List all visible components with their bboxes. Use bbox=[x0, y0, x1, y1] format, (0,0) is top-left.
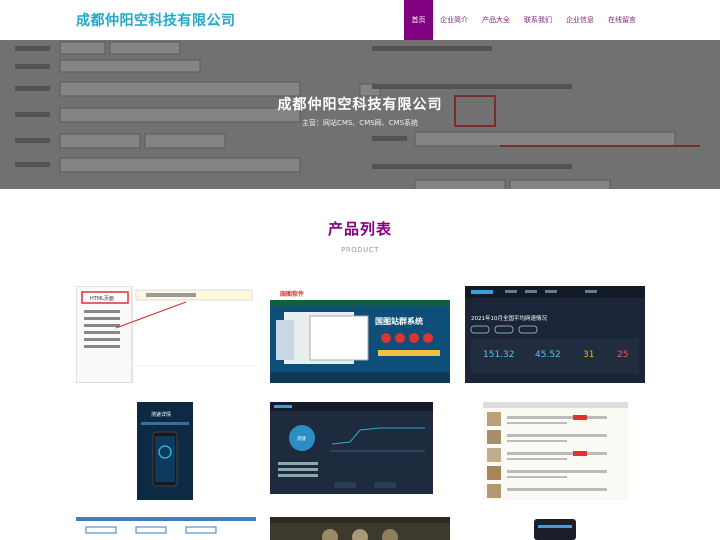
hero-banner: 成都仲阳空科技有限公司 主营：网站CMS、CMS网、CMS系统 bbox=[0, 40, 720, 189]
product-thumb-8[interactable] bbox=[270, 517, 450, 540]
main-nav: 首页 企业简介 产品大全 联系我们 企业信息 在线留言 bbox=[404, 0, 643, 40]
top-bar: 成都仲阳空科技有限公司 首页 企业简介 产品大全 联系我们 企业信息 在线留言 bbox=[0, 0, 720, 40]
product-3-label: 2021年10月全国平均网速情况 bbox=[471, 314, 547, 322]
product-image-2: 国图软件 国图站群系统 bbox=[270, 286, 450, 383]
product-4-label: 测速详情 bbox=[151, 411, 171, 418]
product-3-download: 151.32 bbox=[483, 350, 515, 360]
product-image-8 bbox=[270, 517, 450, 540]
product-5-label: 测速 bbox=[297, 435, 306, 442]
product-image-9 bbox=[532, 517, 578, 540]
product-thumb-2[interactable]: 国图软件 国图站群系统 bbox=[270, 286, 450, 383]
nav-message[interactable]: 在线留言 bbox=[601, 0, 643, 40]
nav-products[interactable]: 产品大全 bbox=[475, 0, 517, 40]
product-3-upload: 45.52 bbox=[535, 350, 561, 360]
nav-home[interactable]: 首页 bbox=[404, 0, 433, 40]
product-2-headline: 国图站群系统 bbox=[375, 316, 423, 326]
product-image-6 bbox=[483, 402, 628, 500]
product-3-jitter: 25 bbox=[617, 350, 628, 360]
product-thumb-6[interactable] bbox=[483, 402, 628, 500]
banner-title: 成都仲阳空科技有限公司 bbox=[277, 97, 443, 113]
product-image-3: 2021年10月全国平均网速情况 151.32 45.52 31 25 bbox=[465, 286, 645, 383]
nav-info[interactable]: 企业信息 bbox=[559, 0, 601, 40]
product-1-label: HTML页面 bbox=[90, 296, 114, 302]
section-subtitle: PRODUCT bbox=[341, 246, 379, 254]
nav-contact[interactable]: 联系我们 bbox=[517, 0, 559, 40]
product-thumb-5[interactable]: 测速 bbox=[270, 402, 433, 494]
banner-subtitle: 主营：网站CMS、CMS网、CMS系统 bbox=[301, 119, 419, 127]
product-image-1: HTML页面 bbox=[76, 286, 256, 383]
product-thumb-4[interactable]: 测速详情 bbox=[137, 402, 193, 500]
product-image-4: 测速详情 bbox=[137, 402, 193, 500]
section-title: 产品列表 bbox=[327, 220, 392, 238]
product-thumb-1[interactable]: HTML页面 bbox=[76, 286, 256, 383]
banner-overlay bbox=[0, 40, 720, 189]
product-thumb-3[interactable]: 2021年10月全国平均网速情况 151.32 45.52 31 25 bbox=[465, 286, 645, 383]
product-image-7 bbox=[76, 517, 256, 540]
product-3-ping: 31 bbox=[583, 350, 594, 360]
product-thumb-7[interactable] bbox=[76, 517, 256, 540]
product-image-5: 测速 bbox=[270, 402, 433, 494]
site-logo[interactable]: 成都仲阳空科技有限公司 bbox=[76, 10, 236, 30]
nav-about[interactable]: 企业简介 bbox=[433, 0, 475, 40]
product-2-label: 国图软件 bbox=[280, 290, 304, 298]
product-thumb-9[interactable] bbox=[532, 517, 578, 540]
